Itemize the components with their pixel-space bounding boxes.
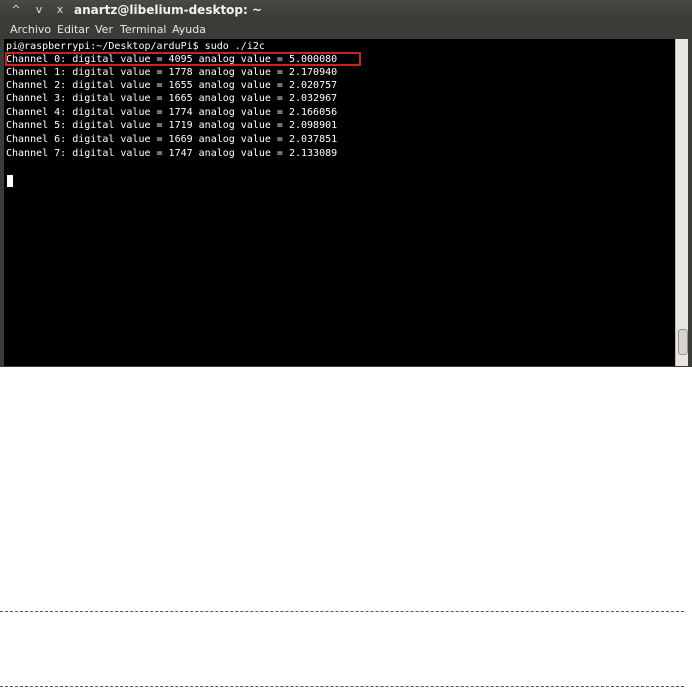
text-cursor: [7, 175, 13, 187]
scrollbar-thumb[interactable]: [678, 329, 688, 355]
channel-line-3: Channel 3: digital value = 1665 analog v…: [6, 93, 338, 104]
menu-editar[interactable]: Editar: [57, 22, 90, 37]
menu-ver[interactable]: Ver: [95, 22, 113, 37]
maximize-icon[interactable]: v: [31, 3, 47, 17]
highlight-box: [5, 52, 361, 66]
scrollbar[interactable]: [675, 39, 688, 366]
channel-line-5: Channel 5: digital value = 1719 analog v…: [6, 120, 338, 131]
dashed-divider-bottom: [0, 686, 684, 687]
channel-line-7: Channel 7: digital value = 1747 analog v…: [6, 148, 338, 159]
dashed-divider-top: [0, 611, 684, 612]
channel-line-2: Channel 2: digital value = 1655 analog v…: [6, 80, 338, 91]
window-border: [688, 39, 692, 366]
title-bar[interactable]: ^ v x anartz@libelium-desktop: ~: [0, 0, 692, 20]
terminal-output[interactable]: pi@raspberrypi:~/Desktop/arduPi$ sudo ./…: [4, 39, 675, 366]
menu-bar: Archivo Editar Ver Terminal Ayuda: [0, 20, 692, 39]
close-icon[interactable]: x: [52, 3, 68, 17]
window-title: anartz@libelium-desktop: ~: [74, 3, 263, 17]
channel-line-6: Channel 6: digital value = 1669 analog v…: [6, 134, 338, 145]
menu-ayuda[interactable]: Ayuda: [172, 22, 206, 37]
channel-line-1: Channel 1: digital value = 1778 analog v…: [6, 67, 338, 78]
channel-line-4: Channel 4: digital value = 1774 analog v…: [6, 107, 338, 118]
menu-archivo[interactable]: Archivo: [10, 22, 51, 37]
menu-terminal[interactable]: Terminal: [120, 22, 167, 37]
terminal-window: ^ v x anartz@libelium-desktop: ~ Archivo…: [0, 0, 692, 367]
minimize-icon[interactable]: ^: [8, 3, 24, 17]
